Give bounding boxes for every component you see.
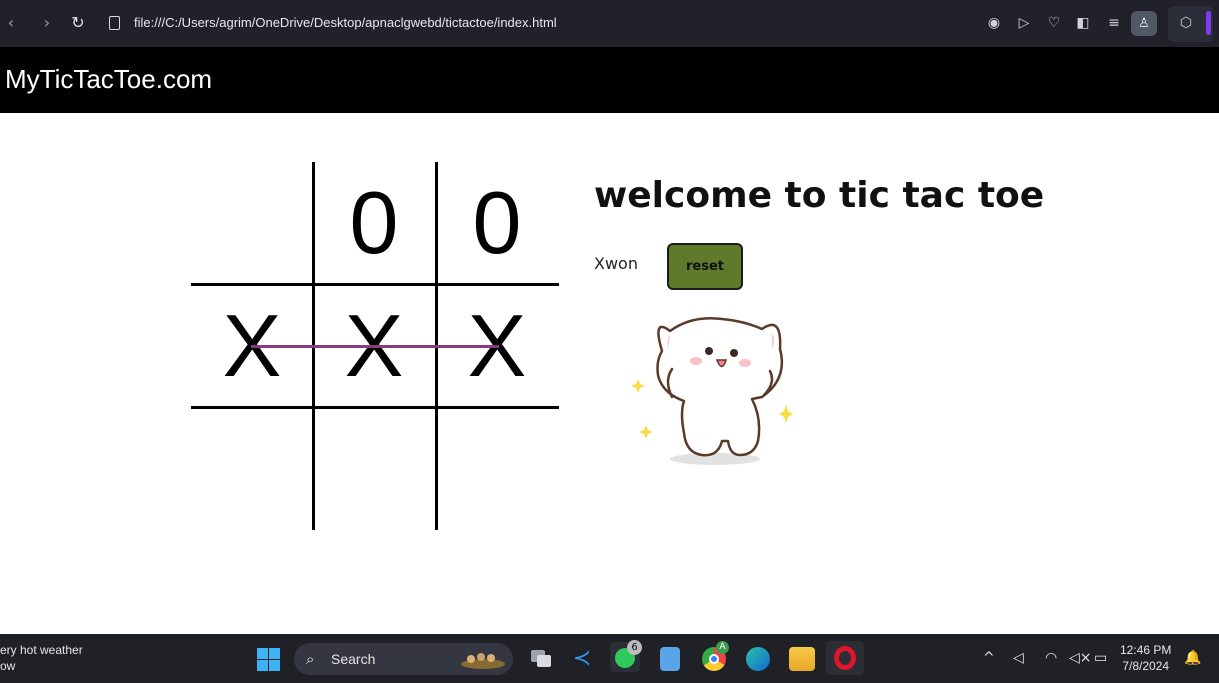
notepad-icon[interactable] — [660, 647, 680, 671]
grid-line — [191, 283, 559, 286]
taskbar-search[interactable]: ⌕ Search — [294, 643, 513, 675]
camera-icon[interactable]: ◉ — [984, 13, 1004, 33]
site-header: MyTicTacToe.com — [0, 47, 1219, 113]
location-icon[interactable]: ◁ — [1013, 650, 1024, 666]
chrome-icon[interactable]: A — [702, 641, 729, 671]
cube-icon[interactable]: ⬡ — [1176, 13, 1196, 33]
vscode-icon[interactable]: ≺ — [569, 647, 595, 671]
taskbar: ery hot weather ow ⌕ Search ≺ 6 A ^ ◁ ◠ … — [0, 634, 1219, 683]
contrast-icon[interactable]: ◧ — [1073, 13, 1093, 33]
task-view-icon[interactable] — [528, 647, 554, 671]
windows-start-icon[interactable] — [257, 648, 280, 671]
weather-line-1: ery hot weather — [0, 643, 83, 657]
system-clock[interactable]: 12:46 PM 7/8/2024 — [1120, 642, 1171, 674]
opera-icon[interactable] — [826, 641, 864, 675]
reload-icon[interactable]: ↻ — [67, 12, 89, 34]
browser-toolbar: ‹ › ↻ file:///C:/Users/agrim/OneDrive/De… — [0, 0, 1219, 47]
board-cell[interactable] — [191, 408, 313, 530]
notification-bell-icon[interactable]: 🔔 — [1184, 650, 1201, 666]
chevron-up-icon[interactable]: ^ — [983, 650, 995, 666]
site-title: MyTicTacToe.com — [5, 64, 213, 94]
search-highlight-icon — [461, 653, 505, 669]
board-cell[interactable] — [191, 162, 313, 284]
whatsapp-icon[interactable]: 6 — [610, 640, 642, 672]
winning-line — [251, 345, 499, 348]
menu-icon[interactable]: ≡ — [1104, 13, 1124, 33]
file-icon — [109, 16, 120, 30]
send-icon[interactable]: ▷ — [1014, 13, 1034, 33]
cat-illustration — [631, 317, 793, 465]
file-explorer-icon[interactable] — [789, 647, 815, 671]
board-cell[interactable] — [436, 408, 558, 530]
board-cell[interactable]: 0 — [313, 162, 435, 284]
address-url[interactable]: file:///C:/Users/agrim/OneDrive/Desktop/… — [134, 15, 557, 30]
back-icon[interactable]: ‹ — [0, 12, 22, 34]
heart-icon[interactable]: ♡ — [1044, 13, 1064, 33]
edge-icon[interactable] — [746, 647, 770, 671]
profile-icon[interactable]: ♙ — [1131, 11, 1157, 36]
search-label: Search — [331, 651, 376, 667]
weather-line-2: ow — [0, 659, 16, 673]
forward-icon[interactable]: › — [36, 12, 58, 34]
clock-date: 7/8/2024 — [1122, 659, 1170, 673]
game-board: 0 0 X X X — [191, 162, 559, 530]
volume-muted-icon[interactable]: ◁× — [1069, 650, 1092, 666]
chrome-badge: A — [716, 641, 729, 654]
winner-message: Xwon — [594, 254, 638, 273]
reset-button[interactable]: reset — [667, 243, 743, 290]
whatsapp-badge: 6 — [627, 640, 642, 655]
web-page: MyTicTacToe.com 0 0 X X X welcome to tic… — [0, 47, 1219, 634]
sidebar-handle[interactable] — [1206, 11, 1211, 35]
weather-widget[interactable]: ery hot weather ow — [0, 642, 83, 674]
battery-icon[interactable]: ▭ — [1094, 650, 1107, 666]
board-cell[interactable]: 0 — [436, 162, 558, 284]
clock-time: 12:46 PM — [1120, 643, 1172, 657]
board-cell[interactable] — [313, 408, 435, 530]
address-bar[interactable]: file:///C:/Users/agrim/OneDrive/Desktop/… — [103, 7, 963, 39]
grid-line — [191, 406, 559, 409]
wifi-icon[interactable]: ◠ — [1045, 650, 1057, 666]
page-heading: welcome to tic tac toe — [594, 175, 1045, 216]
search-icon: ⌕ — [306, 650, 315, 668]
